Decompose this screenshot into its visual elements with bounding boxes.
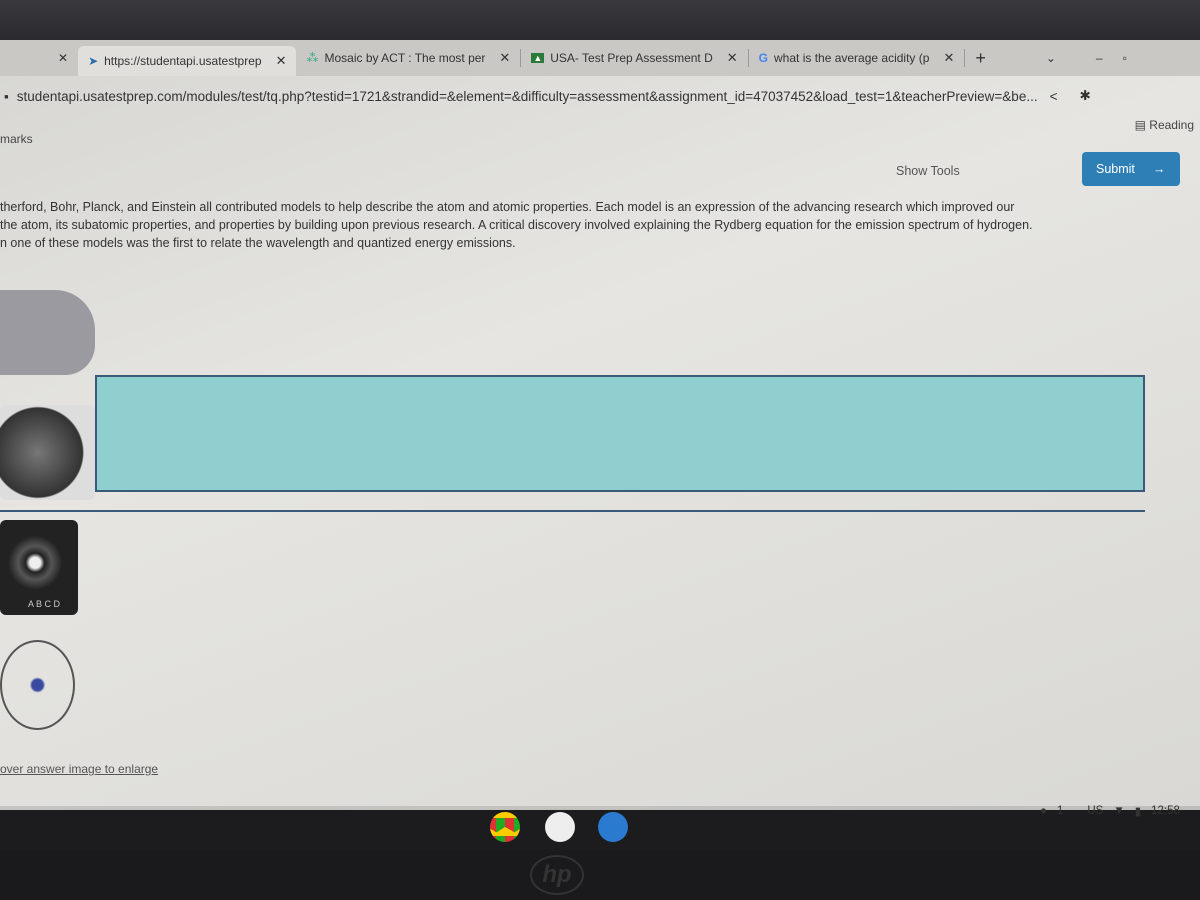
reading-list-button[interactable]: ▤ Reading	[1135, 118, 1194, 132]
mosaic-icon: ⁂	[306, 51, 319, 65]
tab-google[interactable]: Gwhat is the average acidity (p ✕	[749, 43, 965, 73]
notification-icon: ●	[1040, 805, 1047, 817]
answer-divider	[0, 510, 1145, 512]
answer-rutherford-model[interactable]	[0, 405, 95, 500]
answer-bohr-model[interactable]: A B C D	[0, 520, 78, 615]
close-tab-icon[interactable]: ✕	[499, 50, 510, 66]
extension-icon[interactable]: ✱	[1079, 88, 1090, 104]
bookmarks-bar[interactable]: marks	[0, 132, 33, 146]
battery-icon: ▮	[1134, 806, 1142, 818]
tab-search-icon[interactable]: ⌄	[1046, 51, 1056, 65]
url-text: studentapi.usatestprep.com/modules/test/…	[16, 88, 1038, 104]
question-text: therford, Bohr, Planck, and Einstein all…	[0, 200, 1033, 250]
lock-icon: ▪	[4, 88, 9, 104]
answer-plum-pudding-model[interactable]	[0, 290, 95, 375]
submit-button[interactable]: Submit →	[1082, 152, 1180, 186]
answer-quantum-model[interactable]	[0, 640, 75, 730]
show-tools-button[interactable]: Show Tools	[896, 164, 960, 178]
google-icon: G	[758, 51, 769, 65]
maximize-icon[interactable]: ▫	[1123, 51, 1127, 65]
share-icon[interactable]: <	[1050, 89, 1058, 104]
screen-bezel	[0, 0, 1200, 42]
chrome-icon[interactable]	[490, 812, 520, 842]
classroom-icon: ▲	[531, 53, 545, 63]
minimize-icon[interactable]: –	[1096, 51, 1103, 65]
tab-strip: ✕ ➤ https://studentapi.usatestprep ✕ ⁂ Mosa…	[0, 40, 1200, 76]
close-icon[interactable]: ✕	[0, 43, 78, 73]
tab-usatestprep[interactable]: ▲ USA- Test Prep Assessment D ✕	[521, 43, 747, 73]
tab-studentapi[interactable]: ➤ https://studentapi.usatestprep ✕	[78, 46, 297, 76]
wifi-icon: ▼	[1113, 805, 1125, 817]
new-tab-button[interactable]: +	[965, 43, 996, 73]
hp-logo: hp	[530, 855, 584, 895]
files-app-icon[interactable]	[545, 812, 575, 842]
browser-window: ✕ ➤ https://studentapi.usatestprep ✕ ⁂ Mosa…	[0, 40, 1200, 850]
enlarge-hint: over answer image to enlarge	[0, 762, 159, 776]
reading-list-icon: ▤	[1134, 118, 1150, 132]
close-tab-icon[interactable]: ✕	[276, 53, 287, 69]
cursor-icon: ➤	[88, 54, 99, 68]
status-tray[interactable]: ● 1 US ▼ ▮ 12:58	[1040, 804, 1180, 818]
close-tab-icon[interactable]: ✕	[943, 50, 954, 66]
tab-mosaic[interactable]: ⁂ Mosaic by ACT : The most per ✕	[296, 43, 520, 73]
close-tab-icon[interactable]: ✕	[727, 50, 738, 66]
address-bar[interactable]: ▪ studentapi.usatestprep.com/modules/tes…	[0, 80, 1200, 112]
arrow-right-icon: →	[1152, 162, 1166, 176]
answer-selected-highlight[interactable]	[95, 375, 1145, 492]
meet-icon[interactable]	[598, 812, 628, 842]
